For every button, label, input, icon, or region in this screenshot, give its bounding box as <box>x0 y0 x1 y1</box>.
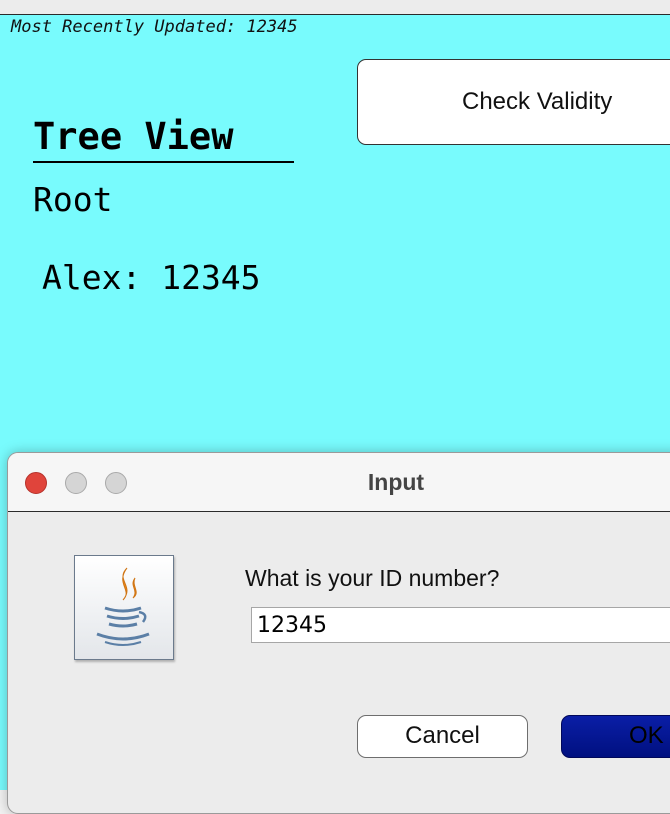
ok-button[interactable]: OK <box>561 715 670 758</box>
input-dialog: Input What is your ID number? Cancel OK <box>7 452 670 814</box>
java-icon <box>74 555 174 660</box>
cancel-button[interactable]: Cancel <box>357 715 528 758</box>
tree-child-node[interactable]: Alex: 12345 <box>42 258 261 297</box>
tree-root-node[interactable]: Root <box>33 180 112 219</box>
tree-title-underline <box>33 161 294 163</box>
id-prompt-label: What is your ID number? <box>245 565 500 591</box>
check-validity-button[interactable]: Check Validity <box>357 59 670 145</box>
tree-view-title: Tree View <box>33 115 234 158</box>
dialog-titlebar[interactable]: Input <box>8 453 670 512</box>
top-strip <box>0 0 670 15</box>
id-number-input[interactable] <box>251 607 670 643</box>
dialog-title: Input <box>367 469 425 495</box>
last-updated-status: Most Recently Updated: 12345 <box>11 17 298 37</box>
